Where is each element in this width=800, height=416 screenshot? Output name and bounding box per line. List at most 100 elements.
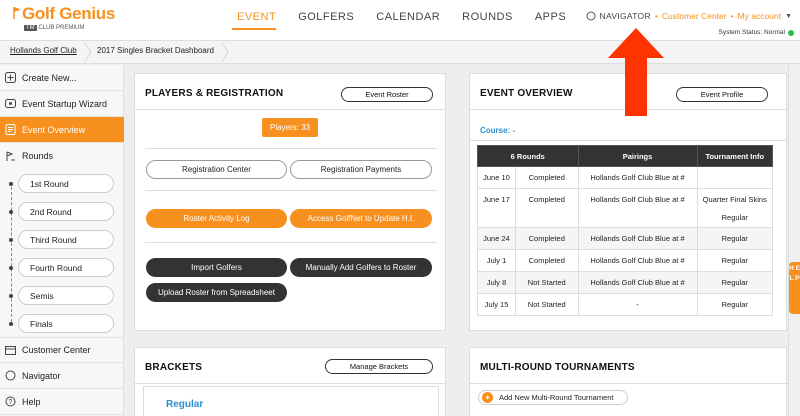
players-registration-panel: PLAYERS & REGISTRATION Event Roster Play… xyxy=(134,73,446,331)
top-header: Golf Genius TM CLUB PREMIUM EVENT GOLFER… xyxy=(0,0,800,41)
panel-title: EVENT OVERVIEW xyxy=(480,88,573,99)
sidebar-item-customer-center[interactable]: Customer Center xyxy=(0,337,124,363)
divider xyxy=(470,140,786,141)
nav-calendar[interactable]: CALENDAR xyxy=(365,11,451,23)
round-info[interactable]: Regular xyxy=(696,271,773,294)
upload-roster-button[interactable]: Upload Roster from Spreadsheet xyxy=(146,283,287,302)
nav-apps[interactable]: APPS xyxy=(524,11,577,23)
import-golfers-button[interactable]: Import Golfers xyxy=(146,258,287,277)
separator-dot: • xyxy=(654,11,658,21)
round-semis[interactable]: Semis xyxy=(18,286,114,305)
sidebar-item-create-new[interactable]: Create New... xyxy=(0,65,124,91)
round-info[interactable]: Regular xyxy=(696,293,773,316)
nav-event[interactable]: EVENT xyxy=(226,11,287,23)
players-count-button[interactable]: Players: 33 xyxy=(262,118,318,137)
red-arrow-annotation xyxy=(608,28,664,116)
logo[interactable]: Golf Genius TM CLUB PREMIUM xyxy=(8,4,116,31)
sidebar-item-label: Help xyxy=(22,396,41,407)
system-status-text: System Status: Normal xyxy=(718,29,785,36)
my-account-link[interactable]: My account xyxy=(738,11,781,21)
help-side-tab-label: H E L P xyxy=(789,265,800,282)
registration-payments-button[interactable]: Registration Payments xyxy=(290,160,432,179)
panel-title: MULTI-ROUND TOURNAMENTS xyxy=(480,362,635,373)
round-bullet xyxy=(9,322,13,326)
col-header-rounds: 6 Rounds xyxy=(477,145,579,167)
table-header-row: 6 Rounds Pairings Tournament Info xyxy=(477,145,773,167)
sidebar-item-event-overview[interactable]: Event Overview xyxy=(0,117,124,143)
separator-dot: • xyxy=(730,11,734,21)
sidebar-item-rounds[interactable]: Rounds xyxy=(0,143,124,169)
help-side-tab[interactable]: H E L P xyxy=(789,262,800,314)
panel-title: BRACKETS xyxy=(145,362,203,373)
round-pairings[interactable]: Hollands Golf Club Blue at # xyxy=(577,188,698,228)
breadcrumb-separator-fill xyxy=(83,41,90,64)
round-info xyxy=(696,166,773,189)
nav-golfers[interactable]: GOLFERS xyxy=(287,11,365,23)
bracket-regular-link[interactable]: Regular xyxy=(166,399,203,410)
manually-add-golfers-button[interactable]: Manually Add Golfers to Roster xyxy=(290,258,432,277)
sidebar-item-navigator[interactable]: Navigator xyxy=(0,363,124,389)
access-golfnet-button[interactable]: Access GolfNet to Update H.I. xyxy=(290,209,432,228)
logo-subtitle: TM CLUB PREMIUM xyxy=(24,25,84,31)
round-1st[interactable]: 1st Round xyxy=(18,174,114,193)
svg-text:?: ? xyxy=(8,399,12,406)
scrollbar[interactable] xyxy=(788,65,800,416)
sidebar-item-label: Event Overview xyxy=(22,124,86,135)
breadcrumb-club[interactable]: Hollands Golf Club xyxy=(10,46,77,55)
round-fourth[interactable]: Fourth Round xyxy=(18,258,114,277)
breadcrumb-event[interactable]: 2017 Singles Bracket Dashboard xyxy=(97,46,214,55)
round-pairings[interactable]: Hollands Golf Club Blue at # xyxy=(577,271,698,294)
round-pairings[interactable]: Hollands Golf Club Blue at # xyxy=(577,249,698,272)
rounds-connector-line xyxy=(11,182,12,322)
table-row: July 1 Completed Hollands Golf Club Blue… xyxy=(477,249,773,272)
sidebar-item-startup-wizard[interactable]: Event Startup Wizard xyxy=(0,91,124,117)
round-finals[interactable]: Finals xyxy=(18,314,114,333)
sidebar-item-help[interactable]: ? Help xyxy=(0,389,124,415)
round-date: June 10 xyxy=(477,166,516,189)
round-info[interactable]: Regular xyxy=(696,227,773,250)
divider xyxy=(135,383,445,384)
round-info-line[interactable]: Quarter Final Skins xyxy=(698,195,773,204)
round-pairings[interactable]: Hollands Golf Club Blue at # xyxy=(577,166,698,189)
customer-center-link[interactable]: Customer Center xyxy=(662,11,727,21)
round-date: June 24 xyxy=(477,227,516,250)
table-row: June 17 Completed Hollands Golf Club Blu… xyxy=(477,188,773,228)
table-row: July 15 Not Started - Regular xyxy=(477,293,773,316)
divider xyxy=(145,148,437,149)
logo-tm: TM xyxy=(24,25,37,31)
round-info-line[interactable]: Regular xyxy=(698,213,773,222)
rounds-icon xyxy=(4,150,16,162)
panel-title: PLAYERS & REGISTRATION xyxy=(145,88,284,99)
manage-brackets-button[interactable]: Manage Brackets xyxy=(325,359,433,374)
add-multi-round-button[interactable]: ✦ Add New Multi-Round Tournament xyxy=(478,390,628,405)
overview-icon xyxy=(4,124,16,136)
active-nav-underline xyxy=(232,28,276,30)
round-status: Not Started xyxy=(515,293,579,316)
lightbulb-icon: ✦ xyxy=(482,392,493,403)
rounds-table: 6 Rounds Pairings Tournament Info June 1… xyxy=(477,145,773,316)
system-status: System Status: Normal xyxy=(719,29,794,36)
round-info[interactable]: Regular xyxy=(696,249,773,272)
navigator-link[interactable]: NAVIGATOR xyxy=(600,11,651,21)
round-third[interactable]: Third Round xyxy=(18,230,114,249)
round-date: July 1 xyxy=(477,249,516,272)
status-ok-icon xyxy=(788,29,794,36)
roster-activity-log-button[interactable]: Roster Activity Log xyxy=(146,209,287,228)
event-profile-button[interactable]: Event Profile xyxy=(676,87,768,102)
wizard-icon xyxy=(4,98,16,110)
round-bullet xyxy=(9,266,13,270)
chevron-down-icon[interactable]: ▼ xyxy=(785,13,792,20)
logo-text: Golf Genius xyxy=(22,4,116,23)
round-pairings: - xyxy=(577,293,698,316)
sidebar-item-label: Navigator xyxy=(22,370,61,381)
multi-round-panel: MULTI-ROUND TOURNAMENTS ✦ Add New Multi-… xyxy=(469,347,788,416)
round-pairings[interactable]: Hollands Golf Club Blue at # xyxy=(577,227,698,250)
registration-center-button[interactable]: Registration Center xyxy=(146,160,287,179)
round-2nd[interactable]: 2nd Round xyxy=(18,202,114,221)
sidebar-item-label: Event Startup Wizard xyxy=(22,98,108,109)
col-header-pairings: Pairings xyxy=(577,145,698,167)
sidebar-item-label: Create New... xyxy=(22,72,77,83)
round-bullet xyxy=(9,182,13,186)
nav-rounds[interactable]: ROUNDS xyxy=(451,11,524,23)
event-roster-button[interactable]: Event Roster xyxy=(341,87,433,102)
